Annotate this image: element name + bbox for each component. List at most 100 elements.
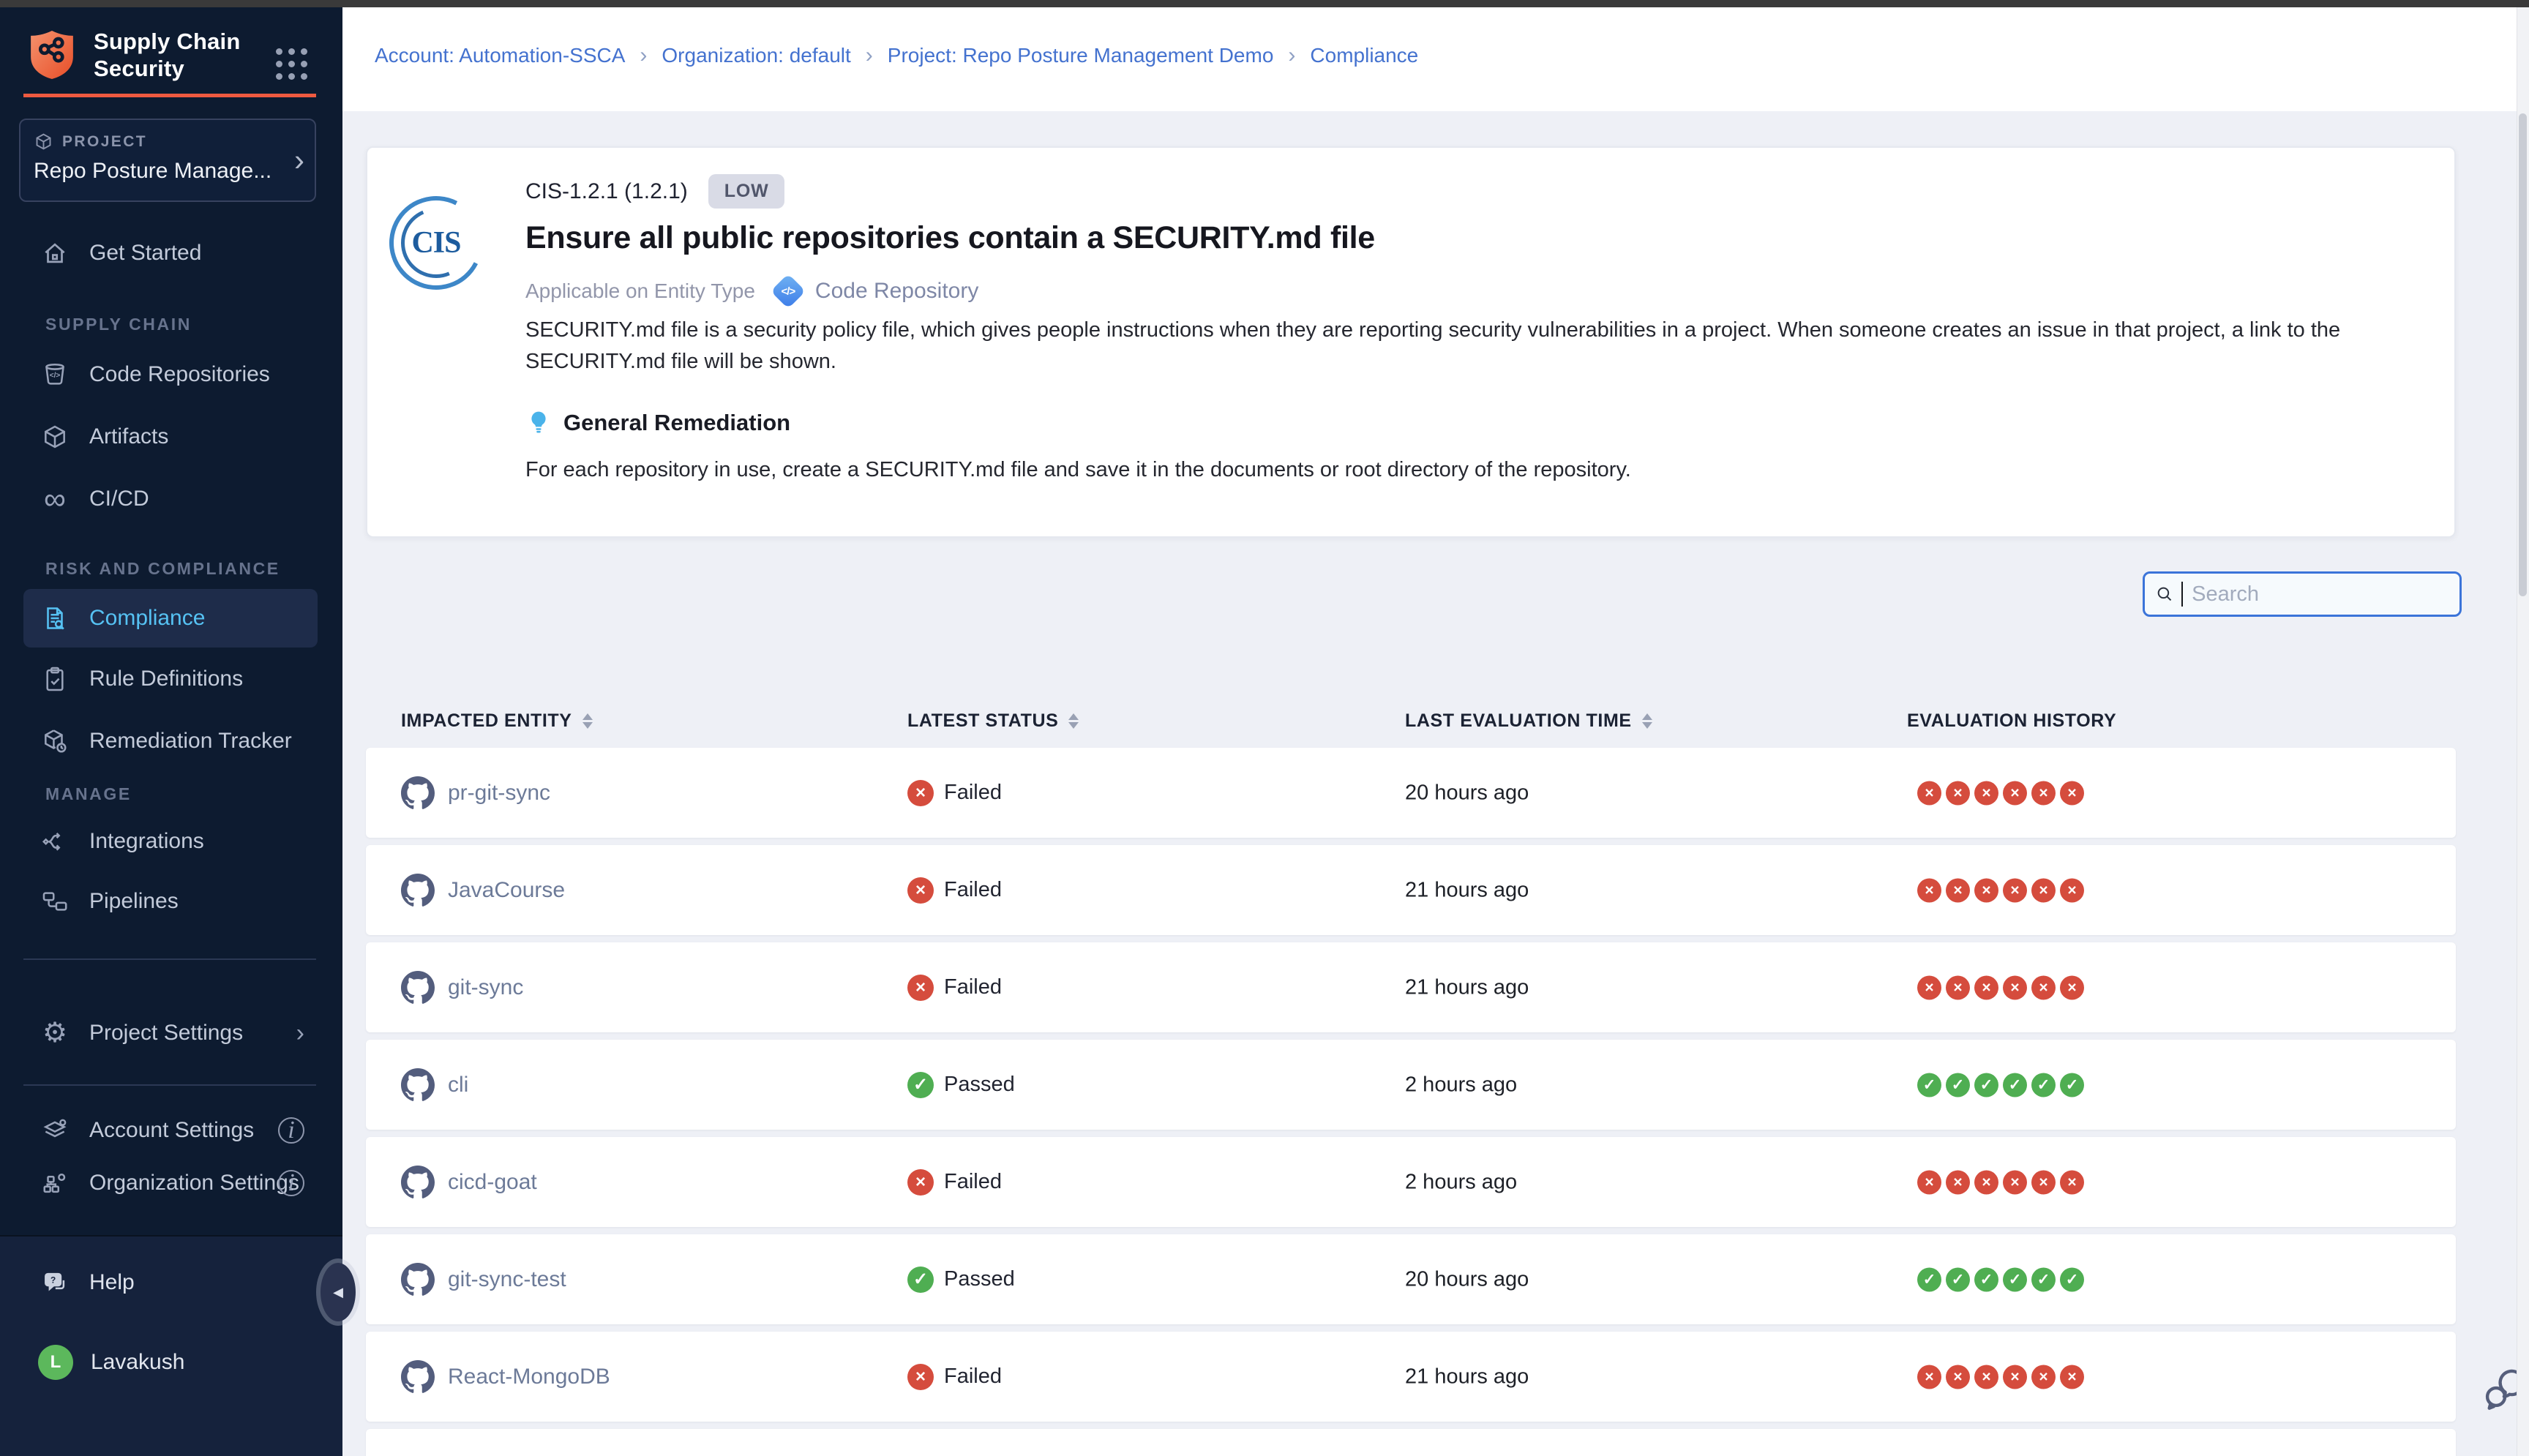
avatar: L xyxy=(38,1345,73,1380)
window-top-strip xyxy=(0,0,2529,7)
sidebar-item-rule-definitions[interactable]: Rule Definitions xyxy=(23,650,318,708)
history-fail-icon: × xyxy=(2060,781,2084,805)
sidebar-collapse-button[interactable]: ◀ xyxy=(321,1263,356,1321)
table-body: pr-git-sync × Failed 20 hours ago ××××××… xyxy=(366,748,2456,1456)
breadcrumb-organization-link[interactable]: Organization: default xyxy=(662,44,850,67)
status-cell: × Failed xyxy=(907,1169,1002,1196)
sidebar-item-label: CI/CD xyxy=(89,487,149,511)
sidebar-item-integrations[interactable]: Integrations xyxy=(23,812,318,871)
sidebar-divider xyxy=(23,958,316,960)
breadcrumb-compliance-link[interactable]: Compliance xyxy=(1310,44,1418,67)
sidebar-item-remediation-tracker[interactable]: Remediation Tracker xyxy=(23,712,318,770)
chevron-right-icon: › xyxy=(294,145,304,176)
app-title-line2: Security xyxy=(94,55,240,82)
history-fail-icon: × xyxy=(1946,975,1970,999)
sidebar-item-code-repositories[interactable]: </> Code Repositories xyxy=(23,345,318,404)
sidebar-item-get-started[interactable]: Get Started xyxy=(23,224,318,282)
history-fail-icon: × xyxy=(2003,781,2027,805)
sidebar-section-risk-and-compliance: RISK AND COMPLIANCE xyxy=(45,554,280,583)
entity-name-link[interactable]: JavaCourse xyxy=(448,878,565,903)
sidebar-item-label: Project Settings xyxy=(89,1021,243,1046)
info-icon[interactable]: i xyxy=(278,1117,304,1144)
info-icon[interactable]: i xyxy=(278,1170,304,1196)
table-row[interactable]: pr-git-sync × Failed 20 hours ago ×××××× xyxy=(366,748,2456,838)
sidebar-item-label: Organization Settings xyxy=(89,1171,299,1196)
last-evaluation-time: 2 hours ago xyxy=(1405,1073,1517,1097)
history-pass-icon: ✓ xyxy=(2003,1073,2027,1097)
table-row[interactable]: cli ✓ Passed 2 hours ago ✓✓✓✓✓✓ xyxy=(366,1040,2456,1130)
history-fail-icon: × xyxy=(1974,975,1998,999)
evaluation-history: ✓✓✓✓✓✓ xyxy=(1917,1267,2084,1291)
scrollbar-thumb[interactable] xyxy=(2519,113,2527,596)
history-pass-icon: ✓ xyxy=(1974,1267,1998,1291)
history-fail-icon: × xyxy=(2060,1170,2084,1194)
breadcrumb-project-link[interactable]: Project: Repo Posture Management Demo xyxy=(888,44,1274,67)
entity-name-link[interactable]: pr-git-sync xyxy=(448,781,550,806)
sidebar-item-artifacts[interactable]: Artifacts xyxy=(23,408,318,466)
entity-type-row: Applicable on Entity Type </> Code Repos… xyxy=(525,279,978,304)
sidebar-item-compliance[interactable]: Compliance xyxy=(23,589,318,648)
history-fail-icon: × xyxy=(2060,878,2084,902)
entity-type-value: Code Repository xyxy=(815,279,978,304)
main-scrollbar[interactable] xyxy=(2517,7,2529,1456)
text-caret xyxy=(2181,582,2183,607)
table-row[interactable]: ✓ ✓✓✓✓✓✓ xyxy=(366,1429,2456,1456)
sidebar-item-cicd[interactable]: ∞ CI/CD xyxy=(23,470,318,528)
column-header-impacted-entity[interactable]: IMPACTED ENTITY xyxy=(401,695,593,746)
chevron-right-icon: › xyxy=(296,1021,304,1046)
table-row[interactable]: cicd-goat × Failed 2 hours ago ×××××× xyxy=(366,1137,2456,1227)
box-wrench-icon xyxy=(38,724,72,758)
sidebar-item-user[interactable]: L Lavakush xyxy=(23,1333,318,1392)
sidebar-item-organization-settings[interactable]: Organization Settings i xyxy=(23,1154,318,1212)
sidebar-item-account-settings[interactable]: Account Settings i xyxy=(23,1101,318,1160)
last-evaluation-time: 21 hours ago xyxy=(1405,878,1529,902)
entity-name-link[interactable]: git-sync xyxy=(448,975,523,1000)
project-eyebrow: PROJECT xyxy=(62,133,147,151)
history-pass-icon: ✓ xyxy=(2060,1073,2084,1097)
history-fail-icon: × xyxy=(1917,878,1941,902)
status-cell: ✓ Passed xyxy=(907,1267,1015,1293)
github-icon xyxy=(401,776,435,810)
module-switcher-button[interactable] xyxy=(276,48,307,80)
breadcrumb-account-link[interactable]: Account: Automation-SSCA xyxy=(375,44,625,67)
sidebar-item-label: Get Started xyxy=(89,241,201,266)
entity-name-link[interactable]: cli xyxy=(448,1073,468,1097)
layers-gear-icon xyxy=(38,1114,72,1147)
history-fail-icon: × xyxy=(2003,878,2027,902)
infinity-icon: ∞ xyxy=(38,482,72,516)
project-selector[interactable]: PROJECT Repo Posture Manage... › xyxy=(19,119,316,202)
app-title: Supply Chain Security xyxy=(94,28,240,82)
history-pass-icon: ✓ xyxy=(1946,1073,1970,1097)
collapse-left-icon: ◀ xyxy=(333,1285,343,1300)
history-fail-icon: × xyxy=(1917,1365,1941,1389)
table-row[interactable]: JavaCourse × Failed 21 hours ago ×××××× xyxy=(366,845,2456,935)
history-fail-icon: × xyxy=(2031,878,2056,902)
history-fail-icon: × xyxy=(1974,878,1998,902)
table-row[interactable]: git-sync-test ✓ Passed 20 hours ago ✓✓✓✓… xyxy=(366,1234,2456,1324)
search-icon xyxy=(2155,583,2174,605)
pipelines-icon xyxy=(38,885,72,918)
entity-name-link[interactable]: React-MongoDB xyxy=(448,1365,610,1389)
search-input[interactable] xyxy=(2190,582,2449,607)
status-icon: × xyxy=(907,780,934,806)
sidebar-item-pipelines[interactable]: Pipelines xyxy=(23,872,318,931)
sort-icon xyxy=(1642,713,1652,729)
sort-icon xyxy=(1068,713,1079,729)
sidebar-item-help[interactable]: ? Help xyxy=(23,1253,318,1312)
table-row[interactable]: React-MongoDB × Failed 21 hours ago ××××… xyxy=(366,1332,2456,1422)
sidebar-item-project-settings[interactable]: ⚙ Project Settings › xyxy=(23,1004,318,1062)
project-name: Repo Posture Manage... xyxy=(34,159,301,184)
last-evaluation-time: 20 hours ago xyxy=(1405,781,1529,805)
entity-name-link[interactable]: cicd-goat xyxy=(448,1170,537,1195)
status-icon: × xyxy=(907,1169,934,1196)
status-cell: × Failed xyxy=(907,780,1002,806)
sidebar-item-label: Code Repositories xyxy=(89,362,270,387)
org-chart-gear-icon xyxy=(38,1166,72,1200)
column-header-last-evaluation-time[interactable]: LAST EVALUATION TIME xyxy=(1405,695,1652,746)
status-icon: ✓ xyxy=(907,1072,934,1098)
column-header-latest-status[interactable]: LATEST STATUS xyxy=(907,695,1079,746)
breadcrumb-separator: › xyxy=(866,45,873,67)
table-row[interactable]: git-sync × Failed 21 hours ago ×××××× xyxy=(366,942,2456,1032)
history-fail-icon: × xyxy=(1917,1170,1941,1194)
entity-name-link[interactable]: git-sync-test xyxy=(448,1267,566,1292)
